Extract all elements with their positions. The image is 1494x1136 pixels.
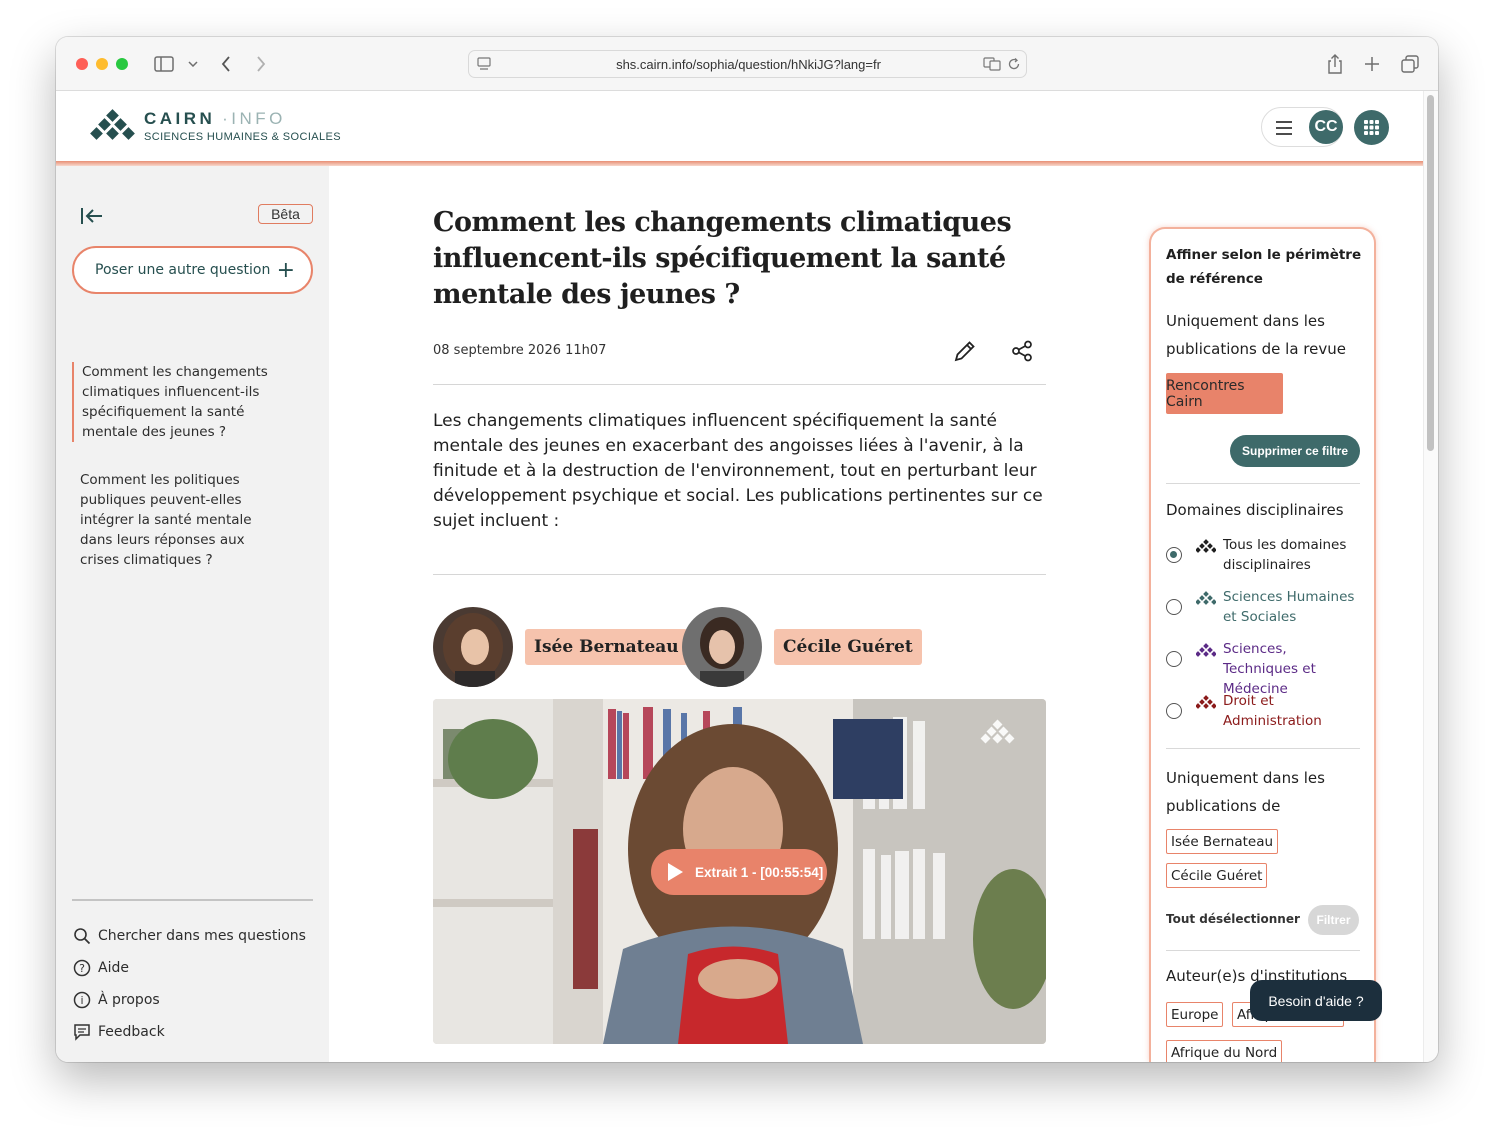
author-photo-bernateau[interactable] xyxy=(433,607,513,687)
domain-radio-shs[interactable] xyxy=(1166,599,1182,615)
revue-filter-chip[interactable]: Rencontres Cairn xyxy=(1166,373,1283,414)
author-tag[interactable]: Isée Bernateau xyxy=(525,629,688,665)
institution-chip[interactable]: Europe xyxy=(1166,1002,1224,1027)
domains-heading: Domaines disciplinaires xyxy=(1166,501,1344,519)
browser-window: shs.cairn.info/sophia/question/hNkiJG?la… xyxy=(56,37,1438,1062)
search-questions-link[interactable]: Chercher dans mes questions xyxy=(72,926,306,946)
divider xyxy=(1166,950,1360,951)
browser-toolbar: shs.cairn.info/sophia/question/hNkiJG?la… xyxy=(56,37,1438,91)
logo-subtitle: SCIENCES HUMAINES & SOCIALES xyxy=(144,131,342,143)
forward-icon[interactable] xyxy=(251,52,271,76)
authors-filter-heading: Uniquement dans les publications de xyxy=(1166,769,1325,815)
author-filter-chip[interactable]: Cécile Guéret xyxy=(1166,863,1268,888)
domain-stm-icon xyxy=(1196,643,1216,657)
chevron-down-icon[interactable] xyxy=(186,52,200,76)
question-date: 08 septembre 2026 11h07 xyxy=(433,343,607,358)
domain-radio-stm[interactable] xyxy=(1166,651,1182,667)
back-icon[interactable] xyxy=(216,52,236,76)
address-bar[interactable]: shs.cairn.info/sophia/question/hNkiJG?la… xyxy=(468,50,1027,78)
hamburger-menu-icon[interactable] xyxy=(1275,121,1293,140)
logo-wordmark[interactable]: CAIRN ·INFO xyxy=(144,109,286,129)
share-icon[interactable] xyxy=(1324,52,1346,76)
url-text: shs.cairn.info/sophia/question/hNkiJG?la… xyxy=(616,57,881,72)
search-questions-label: Chercher dans mes questions xyxy=(98,928,306,944)
extract-label: Extrait 1 - [00:55:54] xyxy=(695,864,824,880)
search-icon xyxy=(72,926,92,946)
zoom-window-button[interactable] xyxy=(116,58,128,70)
play-icon xyxy=(668,863,683,881)
site-header: CAIRN ·INFO SCIENCES HUMAINES & SOCIALES… xyxy=(56,91,1423,163)
deselect-all-link[interactable]: Tout désélectionner xyxy=(1166,912,1300,926)
plus-icon: + xyxy=(276,258,295,283)
divider xyxy=(1166,483,1360,484)
minimize-window-button[interactable] xyxy=(96,58,108,70)
apply-filter-button[interactable]: Filtrer xyxy=(1308,905,1359,935)
sidebar: Bêta Poser une autre question + Comment … xyxy=(56,166,329,1062)
author-filter-chip[interactable]: Isée Bernateau xyxy=(1166,829,1279,854)
svg-text:i: i xyxy=(80,994,83,1007)
divider xyxy=(433,384,1046,385)
feedback-link[interactable]: Feedback xyxy=(72,1022,165,1042)
need-help-button[interactable]: Besoin d'aide ? xyxy=(1250,980,1382,1021)
filter-panel: Affiner selon le périmètre de référence … xyxy=(1149,227,1376,1062)
feedback-label: Feedback xyxy=(98,1024,165,1040)
domain-droit-icon xyxy=(1196,695,1216,709)
author-tag[interactable]: Cécile Guéret xyxy=(774,629,922,665)
help-icon: ? xyxy=(72,958,92,978)
collapse-sidebar-icon[interactable] xyxy=(80,207,104,230)
play-extract-button[interactable]: Extrait 1 - [00:55:54] xyxy=(651,849,827,895)
help-label: Aide xyxy=(98,960,129,976)
filter-heading: Affiner selon le périmètre de référence xyxy=(1166,247,1362,287)
ask-another-question-button[interactable]: Poser une autre question + xyxy=(72,246,313,294)
author-photo-gueret[interactable] xyxy=(682,607,762,687)
feedback-icon xyxy=(72,1022,92,1042)
revue-heading: Uniquement dans les publications de la r… xyxy=(1166,312,1346,358)
question-item-active[interactable]: Comment les changements climatiques infl… xyxy=(72,362,272,442)
divider xyxy=(433,574,1046,575)
domain-label-droit[interactable]: Droit et Administration xyxy=(1223,691,1363,731)
domain-shs-icon xyxy=(1196,591,1216,605)
beta-badge: Bêta xyxy=(258,204,313,224)
reload-icon[interactable] xyxy=(1007,57,1021,76)
cairn-logo-icon[interactable] xyxy=(88,109,138,148)
about-link[interactable]: i À propos xyxy=(72,990,160,1010)
domain-label-shs[interactable]: Sciences Humaines et Sociales xyxy=(1223,587,1363,627)
help-link[interactable]: ? Aide xyxy=(72,958,129,978)
question-item[interactable]: Comment les politiques publiques peuvent… xyxy=(80,470,280,570)
close-window-button[interactable] xyxy=(76,58,88,70)
divider xyxy=(1166,748,1360,749)
grid-icon xyxy=(1364,120,1379,135)
sidebar-divider xyxy=(72,899,313,901)
apps-grid-button[interactable] xyxy=(1354,110,1389,145)
domain-radio-all[interactable] xyxy=(1166,547,1182,563)
info-icon: i xyxy=(72,990,92,1010)
page-title: Comment les changements climatiques infl… xyxy=(433,207,1012,310)
scrollbar-thumb[interactable] xyxy=(1427,95,1434,451)
domain-label-stm[interactable]: Sciences, Techniques et Médecine xyxy=(1223,639,1363,699)
svg-text:?: ? xyxy=(79,962,85,975)
institution-chip[interactable]: Afrique du Nord xyxy=(1166,1040,1283,1062)
domain-label-all[interactable]: Tous les domaines disciplinaires xyxy=(1223,535,1363,575)
tab-overview-icon[interactable] xyxy=(1399,52,1421,76)
translate-icon[interactable] xyxy=(983,57,1001,76)
domain-all-icon xyxy=(1196,539,1216,553)
ask-button-label: Poser une autre question xyxy=(95,262,271,278)
about-label: À propos xyxy=(98,992,160,1008)
sidebar-toggle-icon[interactable] xyxy=(152,52,176,76)
edit-icon[interactable] xyxy=(953,339,977,368)
new-tab-icon[interactable] xyxy=(1361,52,1383,76)
answer-text: Les changements climatiques influencent … xyxy=(433,411,1043,531)
share-question-icon[interactable] xyxy=(1010,339,1034,368)
domain-radio-droit[interactable] xyxy=(1166,703,1182,719)
avatar[interactable]: CC xyxy=(1309,110,1343,144)
video-player[interactable]: Extrait 1 - [00:55:54] xyxy=(433,699,1046,1044)
remove-filter-button[interactable]: Supprimer ce filtre xyxy=(1230,435,1360,467)
